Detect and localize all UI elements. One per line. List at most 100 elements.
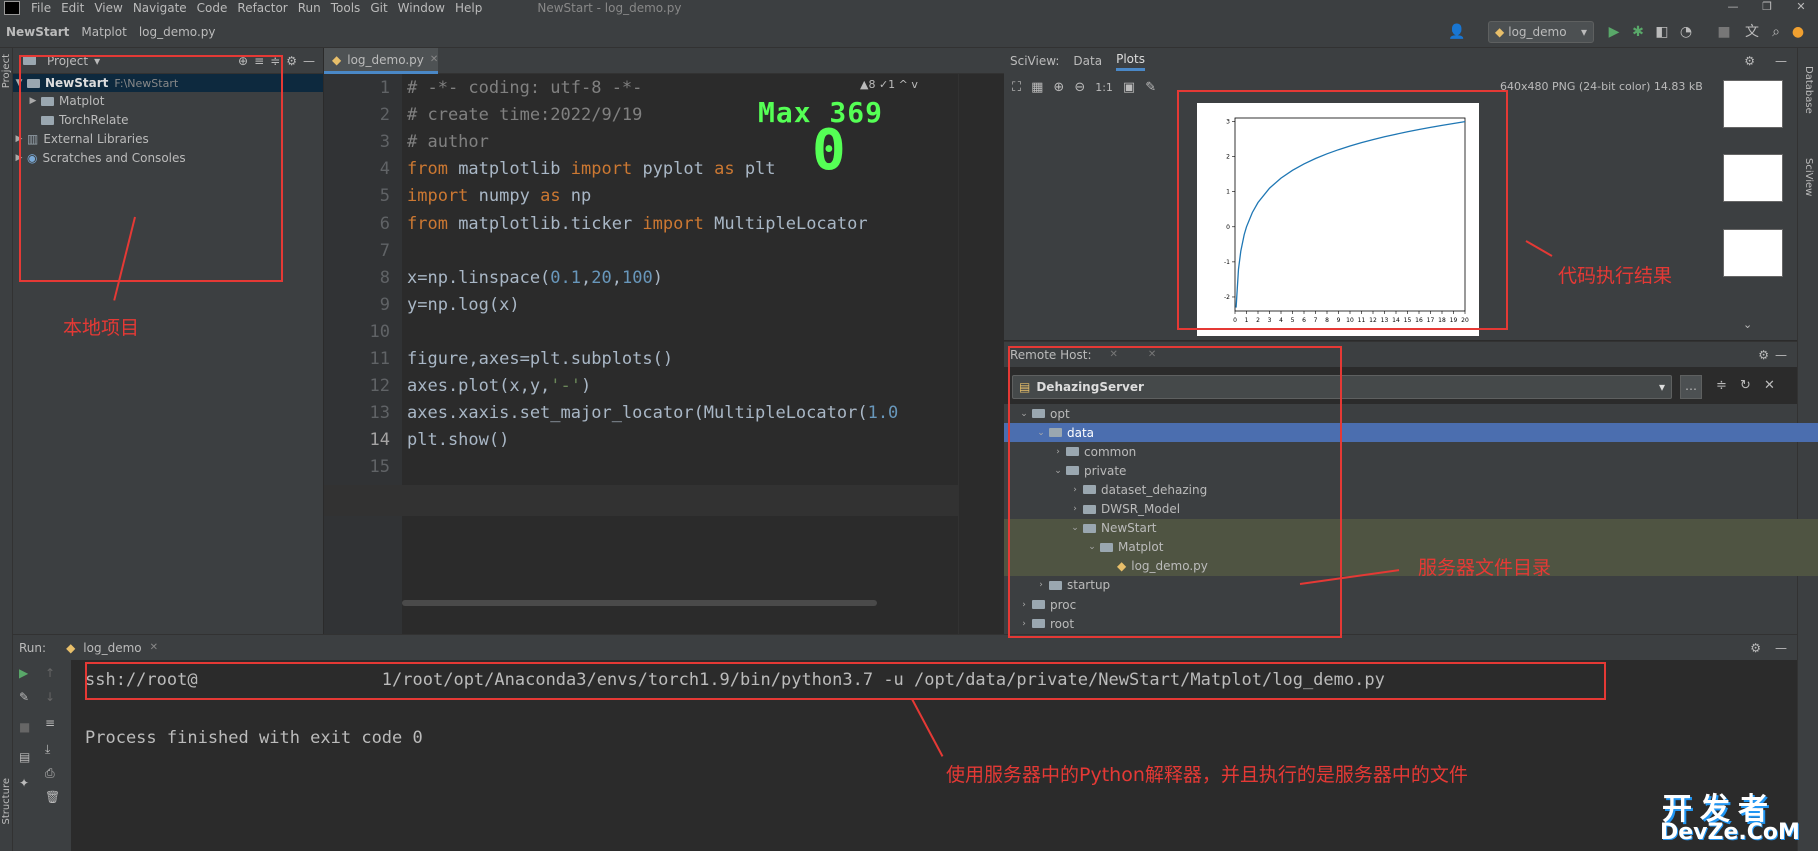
- down-icon[interactable]: ↓: [45, 690, 55, 704]
- code-editor[interactable]: # -*- coding: utf-8 -*- # create time:202…: [402, 74, 958, 599]
- breadcrumb-file[interactable]: log_demo.py: [133, 25, 222, 39]
- gear-icon[interactable]: ⚙: [1744, 54, 1755, 68]
- menu-navigate[interactable]: Navigate: [128, 1, 192, 15]
- zoom-in-icon[interactable]: ⊕: [1053, 80, 1064, 95]
- database-tool-button[interactable]: Database: [1803, 66, 1814, 114]
- actual-size-button[interactable]: 1:1: [1095, 81, 1113, 94]
- line-number: 2: [379, 105, 390, 126]
- collapse-icon[interactable]: ≑: [1716, 378, 1727, 393]
- close-icon[interactable]: ✕: [1764, 378, 1775, 393]
- gear-icon[interactable]: ⚙: [286, 54, 297, 68]
- search-icon[interactable]: ⌕: [1768, 24, 1784, 40]
- run-tab-label[interactable]: log_demo: [83, 641, 141, 655]
- minimize-icon[interactable]: —: [1716, 0, 1750, 16]
- menu-run[interactable]: Run: [293, 1, 326, 15]
- annotation-server-dir: 服务器文件目录: [1418, 557, 1552, 579]
- menu-help[interactable]: Help: [450, 1, 487, 15]
- plot-thumbnail-1[interactable]: [1723, 80, 1783, 128]
- chevron-down-icon[interactable]: ⌄: [1743, 318, 1752, 331]
- stop-icon[interactable]: ■: [19, 720, 30, 734]
- annotation-local-project: 本地项目: [63, 317, 140, 339]
- hide-icon[interactable]: —: [1775, 641, 1787, 655]
- editor-tab-bar: ◆ log_demo.py ✕: [324, 48, 1004, 74]
- color-picker-icon[interactable]: ✎: [1145, 80, 1156, 95]
- chevron-down-icon: ▾: [1658, 380, 1665, 394]
- tab-data[interactable]: Data: [1073, 54, 1102, 68]
- profile-icon[interactable]: ◔: [1678, 24, 1694, 40]
- rerun-icon[interactable]: ▶: [19, 666, 28, 680]
- menu-window[interactable]: Window: [393, 1, 450, 15]
- menu-view[interactable]: View: [89, 1, 127, 15]
- close-window-icon[interactable]: ✕: [1784, 0, 1818, 16]
- grid-icon[interactable]: ▦: [1031, 80, 1043, 95]
- browse-button[interactable]: …: [1680, 375, 1702, 399]
- run-icon[interactable]: ▶: [1606, 24, 1622, 40]
- debug-icon[interactable]: ✱: [1630, 24, 1646, 40]
- hide-icon[interactable]: —: [303, 54, 315, 68]
- pin-icon[interactable]: ✦: [19, 776, 29, 790]
- sciview-header: SciView: Data Plots ⚙ —: [1004, 48, 1797, 74]
- close-tab-icon[interactable]: ✕: [150, 642, 158, 653]
- chessboard-icon[interactable]: ▣: [1123, 80, 1135, 95]
- python-file-icon: ◆: [332, 52, 342, 67]
- python-file-icon: ◆: [66, 640, 76, 655]
- up-icon[interactable]: ↑: [45, 666, 55, 680]
- plot-thumbnail-2[interactable]: [1723, 154, 1783, 202]
- menu-refactor[interactable]: Refactor: [232, 1, 292, 15]
- line-number: 4: [379, 159, 390, 180]
- app-logo-icon: [4, 1, 20, 15]
- run-toolbar: ▶ ↑ ✎ ↓ ■ ≡ ⤓ ▤ ⎙ ✦ 🗑: [13, 660, 71, 851]
- editor-tab-log-demo[interactable]: ◆ log_demo.py ✕: [324, 48, 438, 74]
- refresh-icon[interactable]: ↻: [1740, 378, 1751, 393]
- code-line: import numpy as np: [407, 186, 592, 207]
- wrench-icon[interactable]: ✎: [19, 690, 29, 704]
- menu-edit[interactable]: Edit: [56, 1, 89, 15]
- menu-git[interactable]: Git: [365, 1, 392, 15]
- breadcrumb-project[interactable]: NewStart: [0, 25, 75, 39]
- sciview-title: SciView:: [1010, 54, 1060, 68]
- sciview-tool-button[interactable]: SciView: [1803, 158, 1814, 196]
- code-line: # create time:2022/9/19: [407, 105, 643, 126]
- hide-icon[interactable]: —: [1775, 348, 1787, 362]
- project-tool-button[interactable]: Project: [1, 54, 12, 88]
- run-panel-label: Run:: [19, 640, 47, 655]
- close-tab-icon[interactable]: ✕: [430, 54, 438, 65]
- zoom-out-icon[interactable]: ⊖: [1074, 80, 1085, 95]
- restore-icon[interactable]: ❐: [1750, 0, 1784, 16]
- coverage-icon[interactable]: ◧: [1654, 24, 1670, 40]
- updates-icon[interactable]: ●: [1790, 24, 1806, 40]
- gear-icon[interactable]: ⚙: [1758, 348, 1769, 362]
- structure-tool-button[interactable]: Structure: [1, 778, 12, 825]
- editor-horizontal-scrollbar[interactable]: [402, 600, 877, 606]
- user-icon[interactable]: 👤: [1448, 24, 1465, 40]
- run-config-select[interactable]: ◆ log_demo ▾: [1488, 21, 1594, 43]
- menu-code[interactable]: Code: [192, 1, 233, 15]
- stop-icon[interactable]: ■: [1716, 24, 1732, 40]
- plot-thumbnail-3[interactable]: [1723, 229, 1783, 277]
- menu-file[interactable]: File: [26, 1, 56, 15]
- menu-tools[interactable]: Tools: [326, 1, 366, 15]
- fit-icon[interactable]: ⛶: [1012, 80, 1021, 95]
- window-controls: — ❐ ✕: [1716, 0, 1818, 16]
- inspection-widget[interactable]: ▲8 ✓1 ^ v: [860, 78, 918, 91]
- scroll-to-end-icon[interactable]: ⤓: [45, 742, 50, 757]
- line-number: 13: [369, 403, 390, 424]
- gear-icon[interactable]: ⚙: [1750, 641, 1761, 655]
- soft-wrap-icon[interactable]: ≡: [45, 716, 55, 730]
- breadcrumb-folder[interactable]: Matplot: [75, 25, 132, 39]
- line-number: 3: [379, 132, 390, 153]
- annotation-box-server-dir: [1008, 346, 1342, 638]
- translate-icon[interactable]: 文: [1744, 24, 1760, 40]
- annotation-interpreter-note: 使用服务器中的Python解释器，并且执行的是服务器中的文件: [946, 764, 1468, 786]
- editor-scroll-stripe[interactable]: [958, 74, 1004, 634]
- layout-icon[interactable]: ▤: [19, 750, 30, 764]
- trash-icon[interactable]: 🗑: [45, 790, 60, 804]
- code-line: y=np.log(x): [407, 294, 520, 315]
- hide-icon[interactable]: —: [1775, 54, 1787, 68]
- overlay-value: 0: [812, 118, 846, 183]
- chevron-down-icon: ▾: [1580, 25, 1587, 39]
- print-icon[interactable]: ⎙: [45, 766, 55, 781]
- left-tool-strip: Project Structure: [0, 48, 13, 851]
- tab-plots[interactable]: Plots: [1116, 52, 1145, 71]
- image-info: 640x480 PNG (24-bit color) 14.83 kB: [1500, 80, 1703, 93]
